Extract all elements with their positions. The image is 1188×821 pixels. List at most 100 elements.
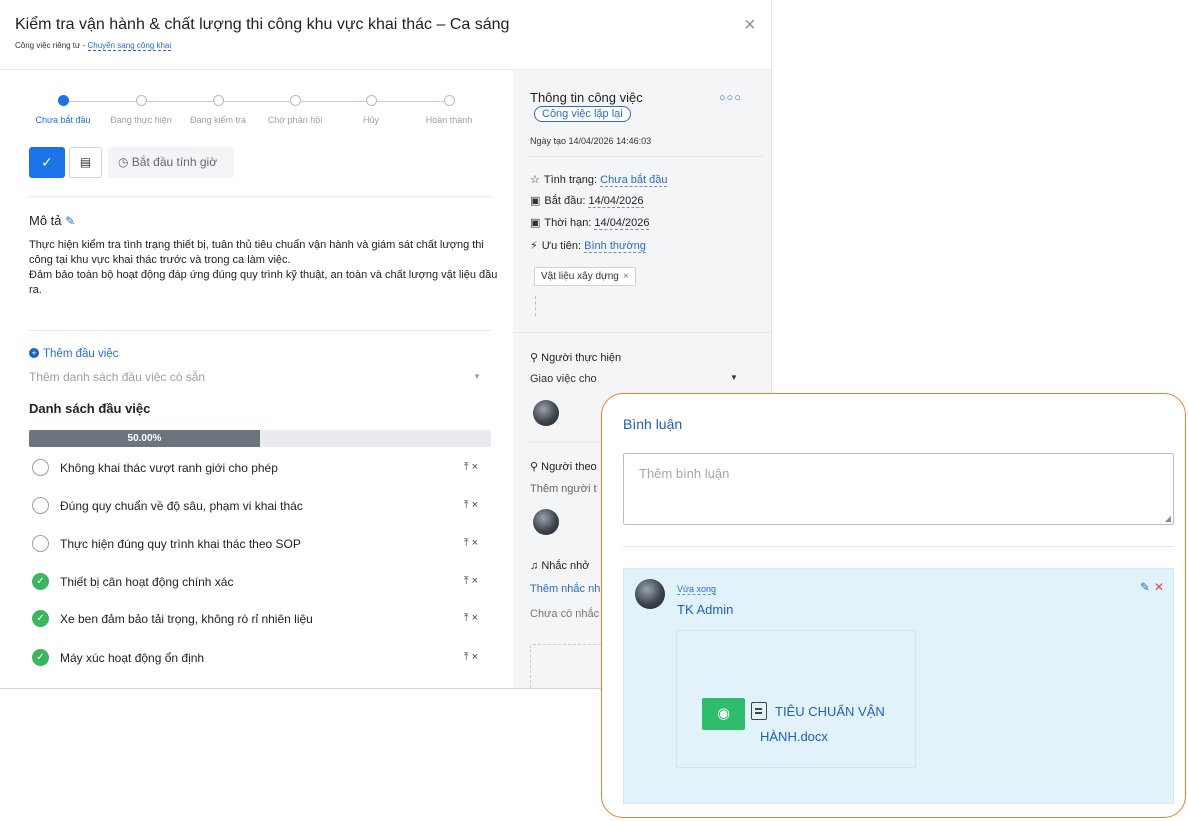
status-value[interactable]: Chưa bắt đầu <box>600 174 668 187</box>
assign-select[interactable]: Giao việc cho ▼ <box>530 373 738 385</box>
step-dot[interactable] <box>366 95 377 106</box>
plus-icon: + <box>29 348 39 358</box>
tag-add-area[interactable] <box>535 296 537 316</box>
circle-icon[interactable] <box>32 535 49 552</box>
task-item: Thực hiện đúng quy trình khai thác theo … <box>29 534 491 554</box>
remove-tag-icon[interactable]: × <box>623 271 629 282</box>
follower-section: ⚲ Người theo <box>530 460 597 473</box>
task-text[interactable]: Không khai thác vượt ranh giới cho phép <box>60 461 278 475</box>
deadline-label: Thời hạn: <box>544 217 595 229</box>
add-follower[interactable]: Thêm người t <box>530 483 597 495</box>
close-icon[interactable]: × <box>744 14 756 37</box>
task-text[interactable]: Xe ben đảm bảo tải trọng, không rò rỉ nh… <box>60 612 313 626</box>
modal-title: Kiểm tra vận hành & chất lượng thi công … <box>15 16 510 33</box>
step-label[interactable]: Đang kiểm tra <box>190 115 246 125</box>
step-dot[interactable] <box>290 95 301 106</box>
comment-avatar <box>635 579 665 609</box>
edit-icon[interactable]: ✎ <box>1140 580 1150 594</box>
circle-icon[interactable] <box>32 459 49 476</box>
divider <box>530 156 764 157</box>
divider <box>513 332 771 333</box>
start-timer-button[interactable]: ◷ Bắt đầu tính giờ <box>108 147 234 178</box>
make-public-link[interactable]: Chuyển sang công khai <box>87 41 172 51</box>
status-label: Tình trạng: <box>543 174 601 186</box>
step-dot[interactable] <box>58 95 69 106</box>
comment-time: Vừa xong <box>677 584 717 595</box>
attachment-name[interactable]: TIÊU CHUẨN VẬN <box>775 704 885 719</box>
divider <box>29 330 491 331</box>
step-dot[interactable] <box>213 95 224 106</box>
task-actions[interactable]: ⤒× <box>464 537 481 550</box>
resize-handle-icon[interactable]: ◢ <box>1165 514 1171 523</box>
step-label[interactable]: Chờ phản hồi <box>268 115 322 125</box>
circle-icon[interactable] <box>32 497 49 514</box>
deadline-row: ▣ Thời hạn: 14/04/2026 <box>530 216 650 230</box>
step-dot[interactable] <box>444 95 455 106</box>
description-text: Thực hiện kiểm tra tình trạng thiết bị, … <box>29 238 499 298</box>
eye-icon[interactable]: ◉ <box>702 698 745 730</box>
steps-track <box>63 101 449 102</box>
task-progress-fill: 50.00% <box>29 430 260 447</box>
comment-input[interactable]: Thêm bình luận ◢ <box>623 453 1174 525</box>
deadline-date[interactable]: 14/04/2026 <box>594 217 650 230</box>
priority-value[interactable]: Bình thường <box>584 240 646 253</box>
step-label[interactable]: Hủy <box>363 115 379 125</box>
comment-placeholder: Thêm bình luận <box>639 466 730 481</box>
step-label[interactable]: Chưa bắt đầu <box>35 115 90 125</box>
chevron-down-icon: ▼ <box>730 373 738 382</box>
modal-header: Kiểm tra vận hành & chất lượng thi công … <box>0 0 771 70</box>
add-reminder-link[interactable]: Thêm nhắc nh <box>530 583 600 595</box>
follower-avatar[interactable] <box>533 509 559 535</box>
description-line: Đảm bảo toàn bộ hoạt động đáp ứng đúng q… <box>29 269 498 296</box>
divider <box>29 196 491 197</box>
task-actions[interactable]: ⤒× <box>464 651 481 664</box>
comments-title: Bình luận <box>623 416 683 432</box>
tag-chip: Vật liệu xây dựng × <box>534 267 636 286</box>
task-text[interactable]: Đúng quy chuẩn về độ sâu, phạm vi khai t… <box>60 499 303 513</box>
edit-icon[interactable]: ✎ <box>65 214 75 228</box>
add-task-link[interactable]: + Thêm đầu việc <box>29 348 118 360</box>
start-date[interactable]: 14/04/2026 <box>588 195 644 208</box>
document-icon <box>751 702 767 720</box>
no-reminder-text: Chưa có nhắc <box>530 608 600 620</box>
step-dot[interactable] <box>136 95 147 106</box>
check-circle-icon[interactable]: ✓ <box>32 573 49 590</box>
task-item: Đúng quy chuẩn về độ sâu, phạm vi khai t… <box>29 496 491 516</box>
recurring-badge[interactable]: Công việc lặp lại <box>534 106 631 122</box>
delete-icon[interactable]: ✕ <box>1154 580 1164 594</box>
step-label[interactable]: Đang thực hiện <box>110 115 172 125</box>
user-icon: ⚲ <box>530 461 542 473</box>
created-date: Ngày tạo 14/04/2026 14:46:03 <box>530 136 652 146</box>
start-row: ▣ Bắt đầu: 14/04/2026 <box>530 194 644 208</box>
comment-actions: ✎ ✕ <box>1140 580 1164 594</box>
check-circle-icon[interactable]: ✓ <box>32 610 49 627</box>
comments-panel: Bình luận Thêm bình luận ◢ Vừa xong TK A… <box>601 393 1186 818</box>
task-actions[interactable]: ⤒× <box>464 461 481 474</box>
attachment-name-cont[interactable]: HÀNH.docx <box>760 729 828 744</box>
check-circle-icon[interactable]: ✓ <box>32 649 49 666</box>
user-icon: ⚲ <box>530 352 542 364</box>
step-label[interactable]: Hoàn thành <box>426 115 473 125</box>
status-row: ☆ Tình trạng: Chưa bắt đầu <box>530 173 668 187</box>
task-actions[interactable]: ⤒× <box>464 575 481 588</box>
task-actions[interactable]: ⤒× <box>464 499 481 512</box>
task-text[interactable]: Máy xúc hoạt động ổn định <box>60 651 204 665</box>
follower-label: Người theo <box>541 461 597 473</box>
reminder-label: Nhắc nhở <box>541 560 590 572</box>
task-text[interactable]: Thiết bị cân hoạt động chính xác <box>60 575 233 589</box>
task-text[interactable]: Thực hiện đúng quy trình khai thác theo … <box>60 537 301 551</box>
complete-button[interactable]: ✓ <box>29 147 65 178</box>
assign-placeholder: Giao việc cho <box>530 373 597 385</box>
list-view-button[interactable]: ▤ <box>69 147 102 178</box>
more-options-icon[interactable]: ○○○ <box>719 92 742 104</box>
comment-author[interactable]: TK Admin <box>677 602 733 617</box>
description-line: Thực hiện kiểm tra tình trạng thiết bị, … <box>29 239 484 266</box>
task-list-title: Danh sách đầu việc <box>29 401 151 416</box>
task-item: Không khai thác vượt ranh giới cho phép ⤒… <box>29 458 491 478</box>
task-template-select[interactable]: Thêm danh sách đầu việc có sẵn ▼ <box>29 370 491 384</box>
assignee-section: ⚲ Người thực hiện <box>530 351 621 364</box>
task-actions[interactable]: ⤒× <box>464 612 481 625</box>
task-template-placeholder: Thêm danh sách đầu việc có sẵn <box>29 370 206 384</box>
star-icon: ☆ <box>530 174 540 186</box>
assignee-avatar[interactable] <box>533 400 559 426</box>
